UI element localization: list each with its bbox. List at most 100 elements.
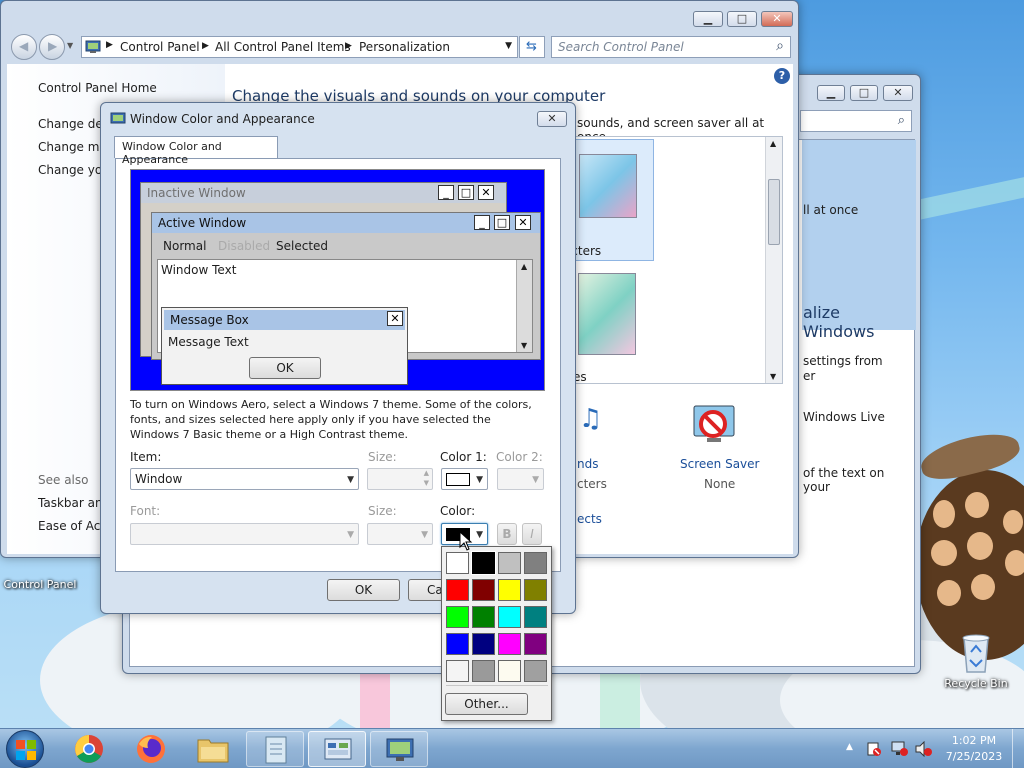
start-button[interactable] (6, 730, 44, 768)
theme-list-scrollbar[interactable]: ▲ ▼ (765, 137, 782, 383)
effects-link[interactable]: ects (577, 512, 602, 526)
sidebar-link-mouse[interactable]: Change mo (38, 140, 107, 154)
size-stepper[interactable]: ▲ ▼ (367, 468, 433, 490)
color-swatch[interactable] (524, 552, 547, 574)
color2-select[interactable]: ▼ (497, 468, 544, 490)
preview-active-minimize: _ (474, 215, 490, 230)
preview-active-maximize: □ (494, 215, 510, 230)
color-swatch[interactable] (472, 606, 495, 628)
color-swatch[interactable] (498, 552, 521, 574)
color2-label: Color 2: (496, 450, 543, 464)
color-swatch[interactable] (524, 660, 547, 682)
preview-menu-selected: Selected (276, 239, 329, 253)
tray-expand-icon[interactable]: ▲ (846, 742, 853, 752)
recent-pages-icon[interactable]: ▼ (67, 41, 73, 50)
taskbar-explorer[interactable] (184, 731, 242, 767)
dialog-ok-button[interactable]: OK (327, 579, 400, 601)
bold-button[interactable]: B (497, 523, 517, 545)
back-minimize-button[interactable]: ▁ (817, 85, 845, 101)
back-search-input[interactable]: ⌕ (800, 110, 912, 132)
color-swatch[interactable] (471, 551, 496, 575)
taskbar-notepad[interactable] (246, 731, 304, 767)
tray-date: 7/25/2023 (945, 750, 1003, 763)
address-dropdown-icon[interactable]: ▼ (505, 41, 512, 51)
color-swatch[interactable] (472, 660, 495, 682)
taskbar-chrome[interactable] (60, 731, 118, 767)
maximize-button[interactable]: □ (727, 11, 757, 27)
back-text-1: ll at once (803, 203, 859, 217)
address-bar[interactable]: ▶ Control Panel ▶ All Control Panel Item… (81, 36, 518, 58)
volume-muted-icon[interactable] (914, 741, 932, 757)
preview-msgbox-text: Message Text (168, 335, 249, 349)
scroll-thumb[interactable] (768, 179, 780, 245)
item-dropdown-icon: ▼ (347, 475, 354, 485)
color1-select[interactable]: ▼ (441, 468, 488, 490)
color-swatch[interactable] (446, 660, 469, 682)
desktop-icon-control-panel[interactable]: Control Panel (0, 560, 80, 591)
dialog-title: Window Color and Appearance (130, 112, 315, 126)
dialog-cancel-button[interactable]: Ca (408, 579, 444, 601)
color-swatch[interactable] (498, 579, 521, 601)
color-swatch[interactable] (498, 633, 521, 655)
search-input[interactable]: Search Control Panel ⌕ (551, 36, 791, 58)
minimize-button[interactable]: ▁ (693, 11, 723, 27)
color-swatch[interactable] (472, 633, 495, 655)
font-size-dropdown-icon: ▼ (421, 530, 428, 540)
show-desktop-button[interactable] (1012, 729, 1024, 768)
back-nav-button[interactable]: ◀ (11, 34, 37, 60)
close-button[interactable]: ✕ (761, 11, 793, 27)
color-swatch[interactable] (524, 579, 547, 601)
breadcrumb-control-panel[interactable]: Control Panel (120, 40, 200, 54)
action-center-icon[interactable] (866, 741, 882, 757)
color-swatch[interactable] (446, 552, 469, 574)
network-icon[interactable] (890, 741, 908, 757)
desktop-icon-recycle-bin[interactable]: Recycle Bin (938, 630, 1014, 690)
color-swatch[interactable] (498, 606, 521, 628)
tab-window-color[interactable]: Window Color and Appearance (114, 136, 278, 166)
font-size-select[interactable]: ▼ (367, 523, 433, 545)
color-palette-dropdown[interactable]: Other... (441, 546, 552, 721)
screen-saver-value: None (704, 477, 736, 491)
color-swatch[interactable] (446, 579, 469, 601)
scroll-up-icon[interactable]: ▲ (770, 139, 776, 148)
font-label: Font: (130, 504, 161, 518)
taskbar-control-panel[interactable] (308, 731, 366, 767)
screen-saver-item[interactable]: Screen Saver None (667, 400, 777, 491)
back-close-button[interactable]: ✕ (883, 85, 913, 101)
color-swatch[interactable] (446, 606, 469, 628)
other-color-button[interactable]: Other... (445, 693, 528, 715)
screen-saver-link[interactable]: Screen Saver (680, 457, 759, 471)
taskbar-firefox[interactable] (122, 731, 180, 767)
color-swatch[interactable] (524, 606, 547, 628)
theme-list[interactable]: racters enes ▲ ▼ (555, 136, 783, 384)
color1-dropdown-icon: ▼ (476, 475, 483, 485)
color-swatch[interactable] (498, 660, 521, 682)
preview-window-text: Window Text (161, 263, 237, 277)
help-icon[interactable]: ? (774, 68, 790, 84)
desktop-label-control-panel: Control Panel (3, 578, 77, 591)
breadcrumb-personalization[interactable]: Personalization (359, 40, 450, 54)
scroll-down-icon[interactable]: ▼ (770, 372, 776, 381)
theme-thumbnail-scenes[interactable] (578, 273, 636, 355)
sounds-icon[interactable]: ♫ (579, 404, 605, 444)
font-color-dropdown-icon: ▼ (476, 530, 483, 540)
item-select[interactable]: Window ▼ (130, 468, 359, 490)
folder-icon (197, 739, 229, 763)
sounds-link[interactable]: nds (577, 457, 598, 471)
color1-label: Color 1: (440, 450, 487, 464)
color-swatch[interactable] (472, 579, 495, 601)
breadcrumb-all-items[interactable]: All Control Panel Items (215, 40, 351, 54)
forward-nav-button[interactable]: ▶ (39, 34, 65, 60)
taskbar-window-color[interactable] (370, 731, 428, 767)
color-swatch[interactable] (446, 633, 469, 655)
tray-clock[interactable]: 1:02 PM 7/25/2023 (940, 733, 1008, 765)
see-also-heading: See also (38, 473, 89, 487)
sidebar-home-link[interactable]: Control Panel Home (38, 81, 157, 95)
sidebar-link-desktop[interactable]: Change des (38, 117, 109, 131)
color-swatch[interactable] (524, 633, 547, 655)
back-maximize-button[interactable]: □ (850, 85, 878, 101)
refresh-button[interactable]: ⇆ (519, 36, 545, 58)
dialog-close-button[interactable]: ✕ (537, 111, 567, 127)
font-select[interactable]: ▼ (130, 523, 359, 545)
italic-button[interactable]: I (522, 523, 542, 545)
